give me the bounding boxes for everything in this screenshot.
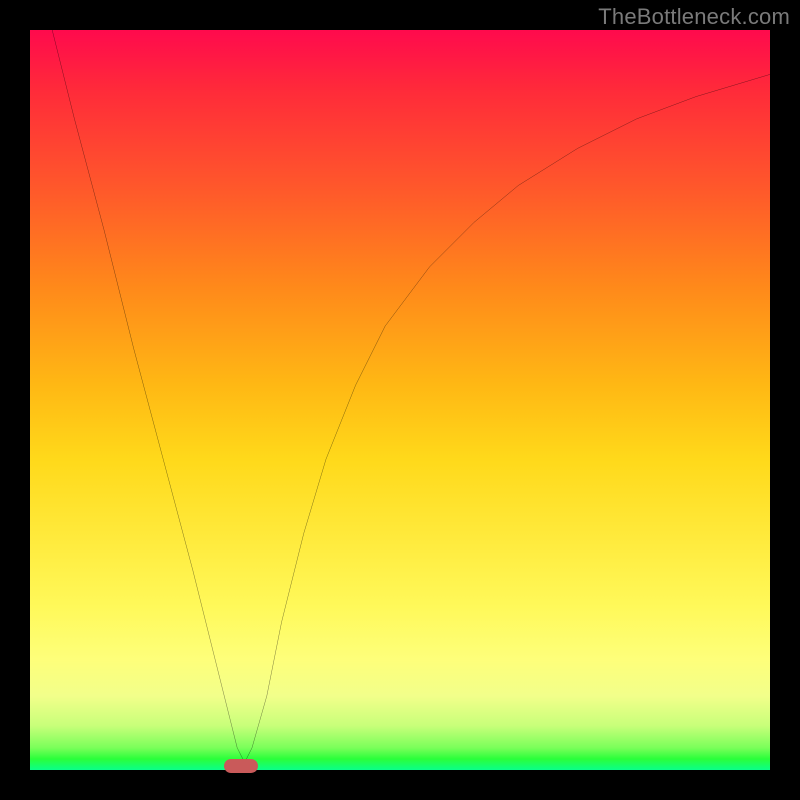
plot-area [30, 30, 770, 770]
optimal-point-marker [224, 759, 258, 773]
chart-frame: TheBottleneck.com [0, 0, 800, 800]
watermark-text: TheBottleneck.com [598, 4, 790, 30]
bottleneck-curve [30, 30, 770, 770]
